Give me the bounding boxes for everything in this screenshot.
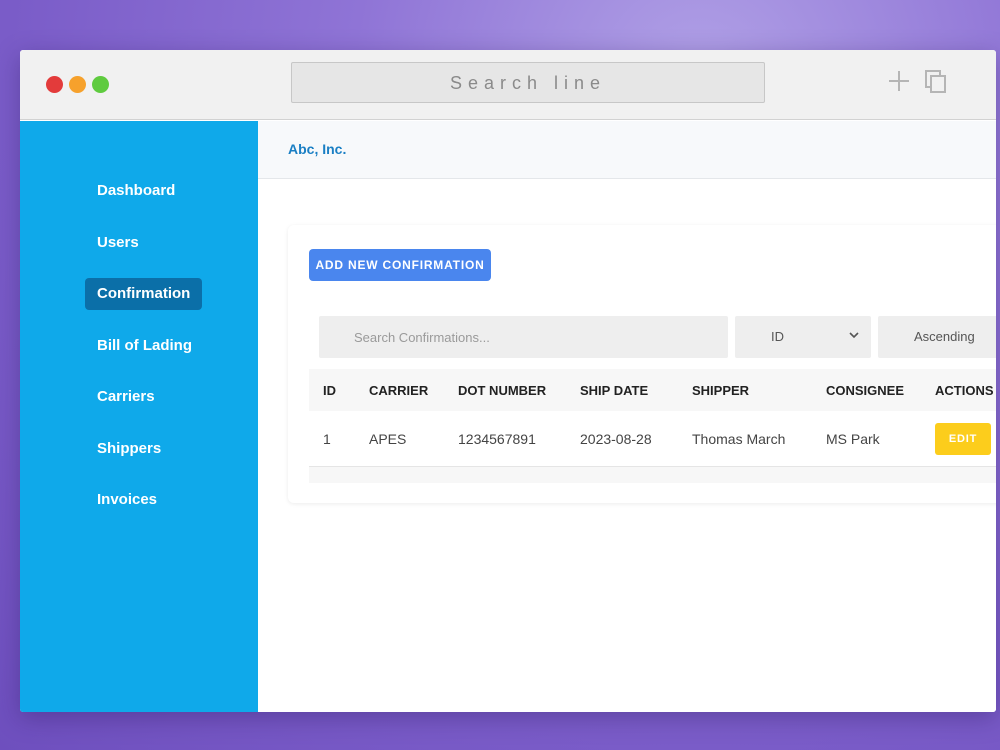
maximize-window-button[interactable] bbox=[92, 76, 109, 93]
cell-dot-number: 1234567891 bbox=[458, 431, 536, 447]
copy-icon[interactable] bbox=[925, 70, 946, 93]
add-new-confirmation-button[interactable]: ADD NEW CONFIRMATION bbox=[309, 249, 491, 281]
plus-icon[interactable] bbox=[888, 70, 910, 92]
table-header: ID CARRIER DOT NUMBER SHIP DATE SHIPPER … bbox=[309, 369, 996, 411]
sort-order-value: Ascending bbox=[914, 329, 975, 344]
sort-field-select[interactable]: ID bbox=[735, 316, 871, 358]
close-window-button[interactable] bbox=[46, 76, 63, 93]
chevron-down-icon bbox=[849, 332, 859, 339]
column-header-dot-number[interactable]: DOT NUMBER bbox=[458, 383, 546, 398]
column-header-ship-date[interactable]: SHIP DATE bbox=[580, 383, 648, 398]
cell-consignee: MS Park bbox=[826, 431, 880, 447]
cell-ship-date: 2023-08-28 bbox=[580, 431, 652, 447]
title-bar: Search line bbox=[20, 50, 996, 120]
cell-id: 1 bbox=[323, 431, 331, 447]
browser-window: Search line Dashboard Users Confirmation… bbox=[20, 50, 996, 712]
sidebar: Dashboard Users Confirmation Bill of Lad… bbox=[20, 121, 258, 712]
column-header-carrier[interactable]: CARRIER bbox=[369, 383, 428, 398]
sidebar-item-users[interactable]: Users bbox=[85, 227, 151, 259]
sidebar-item-invoices[interactable]: Invoices bbox=[85, 484, 169, 516]
confirmations-card: ADD NEW CONFIRMATION ID Ascending ID CAR… bbox=[288, 225, 996, 503]
cell-shipper: Thomas March bbox=[692, 431, 786, 447]
cell-carrier: APES bbox=[369, 431, 407, 447]
company-header: Abc, Inc. bbox=[258, 121, 996, 179]
main-content: Abc, Inc. ADD NEW CONFIRMATION ID Ascend… bbox=[258, 121, 996, 712]
column-header-id[interactable]: ID bbox=[323, 383, 336, 398]
sort-order-select[interactable]: Ascending bbox=[878, 316, 996, 358]
edit-button[interactable]: EDIT bbox=[935, 423, 991, 455]
sidebar-item-carriers[interactable]: Carriers bbox=[85, 381, 167, 413]
sort-field-value: ID bbox=[771, 329, 784, 344]
table-row: 1 APES 1234567891 2023-08-28 Thomas Marc… bbox=[309, 411, 996, 467]
minimize-window-button[interactable] bbox=[69, 76, 86, 93]
company-name: Abc, Inc. bbox=[288, 141, 347, 157]
column-header-shipper[interactable]: SHIPPER bbox=[692, 383, 749, 398]
search-confirmations-field[interactable] bbox=[319, 316, 728, 358]
column-header-actions: ACTIONS bbox=[935, 383, 994, 398]
table-footer bbox=[309, 467, 996, 483]
sidebar-item-dashboard[interactable]: Dashboard bbox=[85, 175, 187, 207]
search-input[interactable] bbox=[319, 316, 728, 358]
sidebar-item-bill-of-lading[interactable]: Bill of Lading bbox=[85, 330, 204, 362]
column-header-consignee[interactable]: CONSIGNEE bbox=[826, 383, 904, 398]
address-bar[interactable]: Search line bbox=[291, 62, 765, 103]
sidebar-item-shippers[interactable]: Shippers bbox=[85, 433, 173, 465]
sidebar-item-confirmation[interactable]: Confirmation bbox=[85, 278, 203, 310]
